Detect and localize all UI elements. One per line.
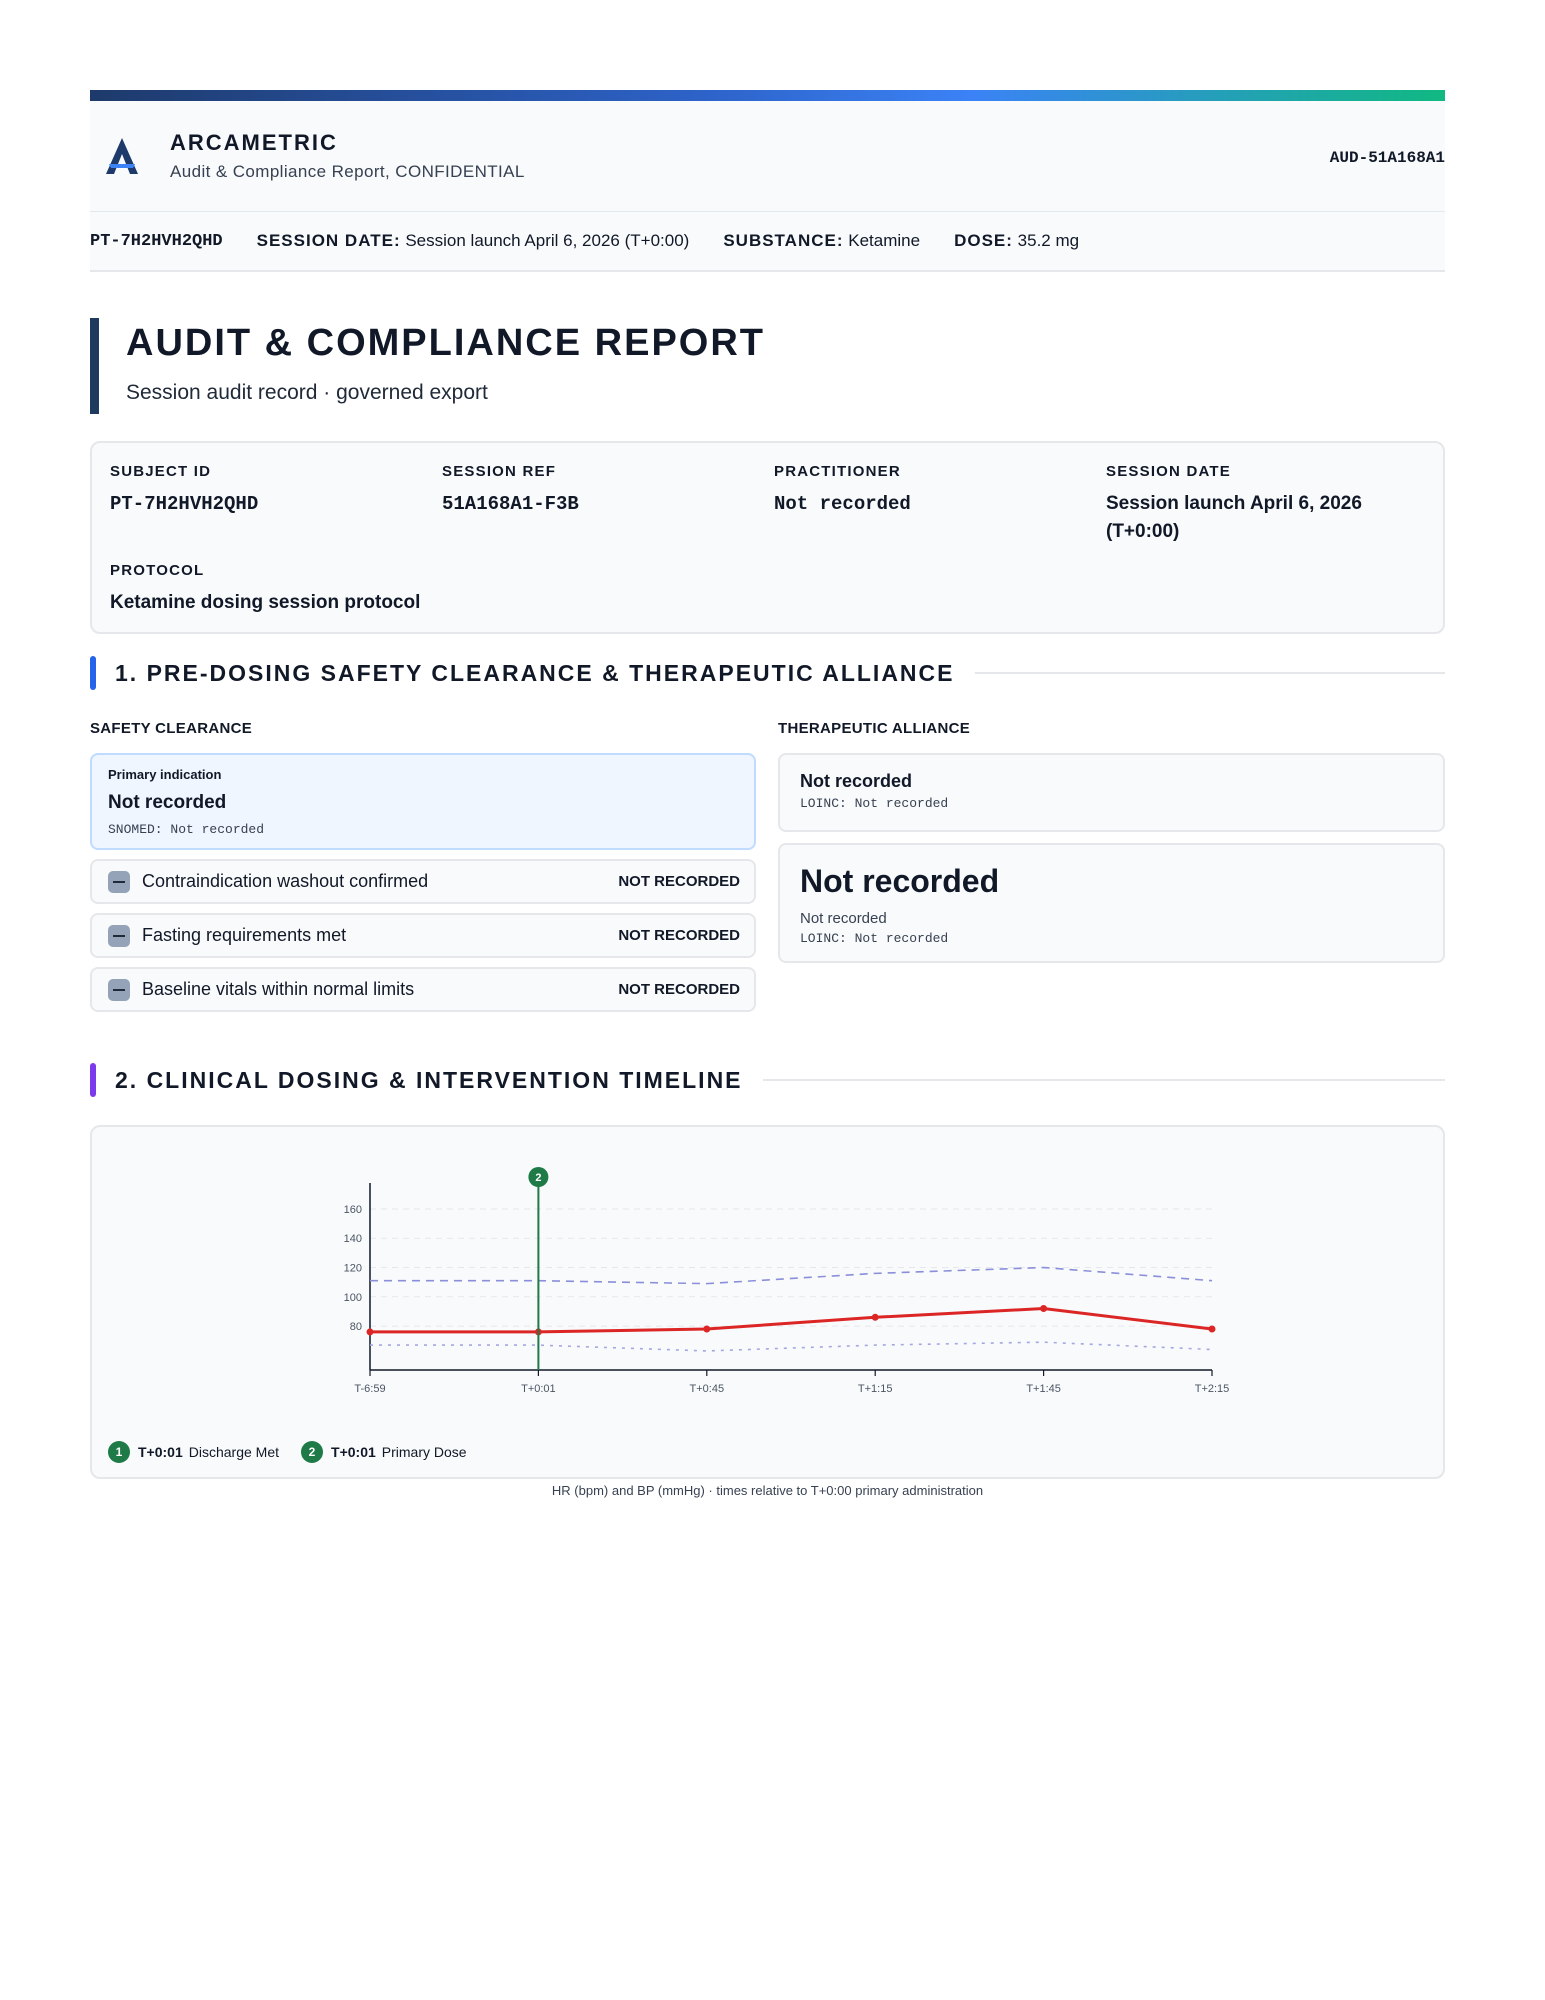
y-tick-label: 140 bbox=[344, 1233, 362, 1245]
protocol-value: Ketamine dosing session protocol bbox=[110, 592, 421, 613]
session-meta-strip: PT-7H2HVH2QHD SESSION DATE: Session laun… bbox=[90, 212, 1445, 272]
section-1-header: 1. PRE-DOSING SAFETY CLEARANCE & THERAPE… bbox=[90, 656, 1445, 690]
arcametric-logo-icon bbox=[106, 138, 138, 174]
status-badge: NOT RECORDED bbox=[618, 981, 740, 998]
practitioner-value: Not recorded bbox=[774, 493, 911, 515]
not-recorded-checkbox-icon bbox=[108, 924, 130, 947]
session-date-value: Session launch April 6, 2026 (T+0:00) bbox=[1106, 493, 1362, 542]
meta-dose: DOSE: 35.2 mg bbox=[954, 231, 1080, 250]
not-recorded-checkbox-icon bbox=[108, 978, 130, 1001]
y-tick-label: 100 bbox=[344, 1292, 362, 1304]
protocol-cell: PROTOCOL Ketamine dosing session protoco… bbox=[110, 562, 420, 617]
status-badge: NOT RECORDED bbox=[618, 927, 740, 944]
page-title: AUDIT & COMPLIANCE REPORT bbox=[126, 322, 765, 364]
report-page: ARCAMETRIC Audit & Compliance Report, CO… bbox=[90, 90, 1445, 1498]
legend-item-discharge: 1 T+0:01 Discharge Met bbox=[108, 1441, 279, 1463]
y-tick-label: 160 bbox=[344, 1204, 362, 1216]
therapeutic-alliance-label: THERAPEUTIC ALLIANCE bbox=[778, 720, 971, 737]
series-line-2 bbox=[370, 1341, 1213, 1352]
vitals-timeline-chart: 80 100 120 140 160 T-6:59 T+0:01 T+0:45 T+1:15 T+… bbox=[344, 1167, 1230, 1395]
data-point bbox=[1208, 1325, 1216, 1333]
data-point bbox=[366, 1328, 374, 1336]
primary-indication-card: Primary indication Not recorded SNOMED: … bbox=[90, 753, 756, 850]
report-header: ARCAMETRIC Audit & Compliance Report, CO… bbox=[90, 101, 1445, 212]
series-line-1 bbox=[370, 1266, 1213, 1285]
timeline-chart-card: 80 100 120 140 160 T-6:59 T+0:01 T+0:45 T+1:15 T+… bbox=[90, 1125, 1445, 1479]
primary-indication-value: Not recorded bbox=[108, 792, 227, 813]
check-fasting-requirements: Fasting requirements met NOT RECORDED bbox=[90, 913, 756, 958]
check-baseline-vitals: Baseline vitals within normal limits NOT… bbox=[90, 967, 756, 1012]
subject-id-cell: SUBJECT ID PT-7H2HVH2QHD bbox=[110, 463, 258, 518]
event-marker-icon: 1 bbox=[108, 1441, 130, 1463]
section-1-accent bbox=[90, 656, 96, 690]
series-line-0 bbox=[370, 1307, 1213, 1334]
event-marker-icon: 2 bbox=[301, 1441, 324, 1463]
check-contraindication-washout: Contraindication washout confirmed NOT R… bbox=[90, 859, 756, 904]
snomed-code: SNOMED: Not recorded bbox=[108, 822, 265, 837]
status-badge: NOT RECORDED bbox=[618, 873, 740, 890]
subject-id-value: PT-7H2HVH2QHD bbox=[110, 493, 259, 515]
loinc-code: LOINC: Not recorded bbox=[800, 796, 949, 811]
x-tick-label: T+2:15 bbox=[1195, 1383, 1230, 1395]
report-title-block: AUDIT & COMPLIANCE REPORT Session audit … bbox=[90, 318, 765, 414]
brand-subtitle: Audit & Compliance Report, CONFIDENTIAL bbox=[170, 162, 525, 181]
chart-caption: HR (bpm) and BP (mmHg) · times relative … bbox=[551, 1483, 984, 1498]
session-info-card: SUBJECT ID PT-7H2HVH2QHD SESSION REF 51A… bbox=[90, 441, 1445, 634]
y-tick-label: 80 bbox=[350, 1321, 362, 1333]
meta-substance: SUBSTANCE: Ketamine bbox=[723, 231, 921, 250]
alliance-measure-card: Not recorded LOINC: Not recorded bbox=[778, 753, 1445, 832]
meta-session-date: SESSION DATE: Session launch April 6, 20… bbox=[256, 231, 690, 250]
event-marker-label: 2 bbox=[535, 1172, 541, 1184]
patient-id: PT-7H2HVH2QHD bbox=[90, 231, 223, 251]
legend-item-primary-dose: 2 T+0:01 Primary Dose bbox=[301, 1441, 467, 1463]
data-point bbox=[871, 1313, 879, 1321]
audit-id: AUD-51A168A1 bbox=[1329, 149, 1445, 167]
loinc-code: LOINC: Not recorded bbox=[800, 931, 949, 946]
x-tick-label: T+1:15 bbox=[858, 1383, 893, 1395]
section-2-accent bbox=[90, 1063, 96, 1097]
section-2-title: 2. CLINICAL DOSING & INTERVENTION TIMELI… bbox=[115, 1066, 743, 1093]
header-gradient-bar bbox=[90, 90, 1445, 101]
data-point bbox=[703, 1325, 711, 1333]
section-1-title: 1. PRE-DOSING SAFETY CLEARANCE & THERAPE… bbox=[115, 659, 955, 686]
alliance-score-card: Not recorded Not recorded LOINC: Not rec… bbox=[778, 843, 1445, 963]
chart-legend: 1 T+0:01 Discharge Met 2 T+0:01 Primary … bbox=[108, 1441, 489, 1463]
x-tick-label: T+0:45 bbox=[690, 1383, 725, 1395]
section-2-header: 2. CLINICAL DOSING & INTERVENTION TIMELI… bbox=[90, 1063, 1445, 1097]
practitioner-cell: PRACTITIONER Not recorded bbox=[774, 463, 911, 518]
section-2-divider bbox=[762, 1079, 1445, 1081]
alliance-score-value: Not recorded bbox=[800, 863, 1000, 899]
session-date-cell: SESSION DATE Session launch April 6, 202… bbox=[1106, 463, 1426, 546]
brand-block: ARCAMETRIC Audit & Compliance Report, CO… bbox=[170, 130, 525, 182]
x-tick-label: T+0:01 bbox=[521, 1383, 556, 1395]
session-ref-value: 51A168A1-F3B bbox=[442, 493, 579, 515]
safety-clearance-label: SAFETY CLEARANCE bbox=[90, 720, 253, 737]
section-1-divider bbox=[974, 672, 1445, 674]
data-point bbox=[1040, 1305, 1048, 1313]
brand-name: ARCAMETRIC bbox=[170, 130, 338, 155]
x-tick-label: T-6:59 bbox=[354, 1383, 385, 1395]
not-recorded-checkbox-icon bbox=[108, 870, 130, 893]
page-subtitle: Session audit record · governed export bbox=[126, 381, 488, 404]
session-ref-cell: SESSION REF 51A168A1-F3B bbox=[442, 463, 579, 518]
y-tick-label: 120 bbox=[344, 1263, 362, 1275]
x-tick-label: T+1:45 bbox=[1026, 1383, 1061, 1395]
